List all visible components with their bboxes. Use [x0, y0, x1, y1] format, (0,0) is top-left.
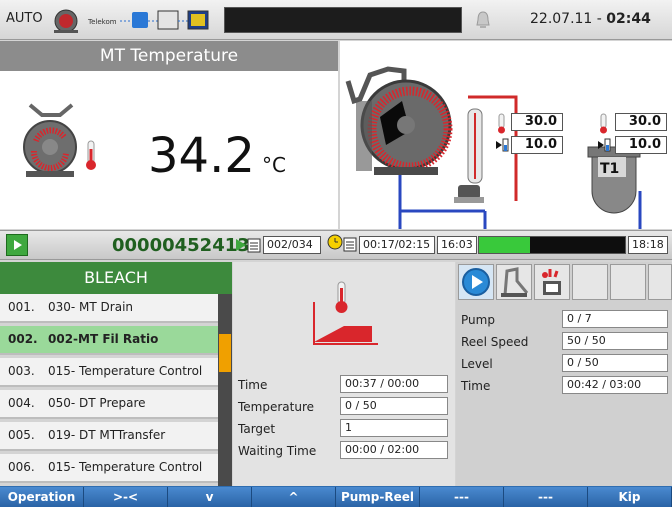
step-label: 050- DT Prepare — [48, 396, 146, 410]
play-circle-icon — [462, 268, 490, 296]
step-number: 004. — [8, 396, 35, 410]
zoom-button[interactable]: >-< — [84, 487, 168, 507]
step-row[interactable]: 002. 002-MT Fil Ratio — [0, 326, 218, 355]
date: 22.07.11 — [530, 11, 593, 27]
pump-reel-button[interactable]: Pump-Reel — [336, 487, 420, 507]
empty-key-2[interactable]: --- — [504, 487, 588, 507]
up-button[interactable]: ^ — [252, 487, 336, 507]
waiting-time-label: Waiting Time — [238, 444, 317, 458]
program-name: BLEACH — [0, 262, 232, 294]
empty-key-1[interactable]: --- — [420, 487, 504, 507]
pump-icon — [458, 185, 480, 199]
temperature-unit: °C — [262, 153, 286, 177]
clock-list-icon — [327, 234, 357, 252]
elapsed-time: 00:17/02:15 — [359, 236, 435, 254]
reel-icon — [501, 267, 529, 297]
step-counter: 002/034 — [263, 236, 321, 254]
reel-speed-label: Reel Speed — [461, 335, 529, 349]
scrollbar-thumb[interactable] — [219, 334, 231, 372]
pump-value: 0 / 7 — [562, 310, 668, 328]
kip-button[interactable]: Kip — [588, 487, 672, 507]
level-value: 0 / 50 — [562, 354, 668, 372]
time: 02:44 — [606, 11, 651, 27]
step-row[interactable]: 006. 015- Temperature Control — [0, 454, 218, 483]
step-list-scrollbar[interactable] — [218, 294, 232, 486]
batch-progress-fill — [479, 237, 530, 253]
pump-label: Pump — [461, 313, 495, 327]
alarm-bell-icon[interactable] — [474, 10, 492, 30]
step-number: 003. — [8, 364, 35, 378]
bath-machine-icon — [23, 103, 96, 177]
thermometer-icon — [600, 113, 607, 134]
end-time: 18:18 — [628, 236, 668, 254]
monitor-icon — [157, 10, 179, 30]
step-number: 006. — [8, 460, 35, 474]
reel-speed-value: 50 / 50 — [562, 332, 668, 350]
waiting-time-value: 00:00 / 02:00 — [340, 441, 448, 459]
panel-title: MT Temperature — [0, 41, 338, 71]
current-temperature: 34.2 — [148, 128, 255, 184]
mode-indicator: AUTO — [6, 11, 43, 26]
step-label: 002-MT Fil Ratio — [48, 332, 159, 346]
tab-empty-2[interactable] — [610, 264, 646, 300]
step-row[interactable]: 004. 050- DT Prepare — [0, 390, 218, 419]
temperature-step-icon — [313, 281, 378, 345]
step-label: 015- Temperature Control — [48, 364, 203, 378]
status-message-bar — [224, 7, 462, 33]
step-label: 019- DT MTTransfer — [48, 428, 166, 442]
step-row[interactable]: 005. 019- DT MTTransfer — [0, 422, 218, 451]
machine-time-label: Time — [461, 379, 491, 393]
play-icon — [14, 240, 22, 250]
tab-empty-1[interactable] — [572, 264, 608, 300]
step-label: 015- Temperature Control — [48, 460, 203, 474]
machine-temperature-value: 30.0 — [511, 113, 563, 131]
level-icon — [496, 138, 509, 152]
temperature-label: Temperature — [238, 400, 315, 414]
tab-play[interactable] — [458, 264, 494, 300]
temperature-value: 0 / 50 — [340, 397, 448, 415]
time-label: Time — [238, 378, 268, 392]
operation-button[interactable]: Operation — [0, 487, 84, 507]
batch-number: 00000452413 — [112, 235, 250, 256]
start-button[interactable] — [6, 234, 28, 256]
tank-level-value: 10.0 — [615, 136, 667, 154]
down-button[interactable]: v — [168, 487, 252, 507]
start-time: 16:03 — [437, 236, 477, 254]
tab-reel[interactable] — [496, 264, 532, 300]
network-icon — [132, 12, 148, 28]
step-number: 005. — [8, 428, 35, 442]
thermometer-icon — [86, 140, 96, 170]
step-row[interactable]: 003. 015- Temperature Control — [0, 358, 218, 387]
tank-temperature-value: 30.0 — [615, 113, 667, 131]
level-label: Level — [461, 357, 493, 371]
machine-time-value: 00:42 / 03:00 — [562, 376, 668, 394]
step-number: 002. — [8, 332, 38, 346]
step-counter-icon — [236, 238, 261, 253]
tab-chemical-dosing[interactable] — [534, 264, 570, 300]
time-value: 00:37 / 00:00 — [340, 375, 448, 393]
target-value: 1 — [340, 419, 448, 437]
dosing-icon — [542, 269, 561, 295]
thermometer-icon — [498, 113, 505, 134]
network-status-icons: Telekom — [54, 9, 209, 33]
date-separator: - — [592, 11, 607, 27]
date-time: 22.07.11 - 02:44 — [530, 11, 651, 27]
tank-t1-icon: T1 — [587, 146, 641, 214]
machine-icon — [54, 9, 78, 33]
tank-label: T1 — [600, 161, 619, 177]
tab-empty-3[interactable] — [648, 264, 672, 300]
target-label: Target — [238, 422, 276, 436]
step-label: 030- MT Drain — [48, 300, 134, 314]
step-row[interactable]: 001. 030- MT Drain — [0, 294, 218, 323]
telekom-logo: Telekom — [87, 18, 117, 26]
step-number: 001. — [8, 300, 35, 314]
machine-level-value: 10.0 — [511, 136, 563, 154]
machine-schematic: T1 — [345, 66, 642, 229]
